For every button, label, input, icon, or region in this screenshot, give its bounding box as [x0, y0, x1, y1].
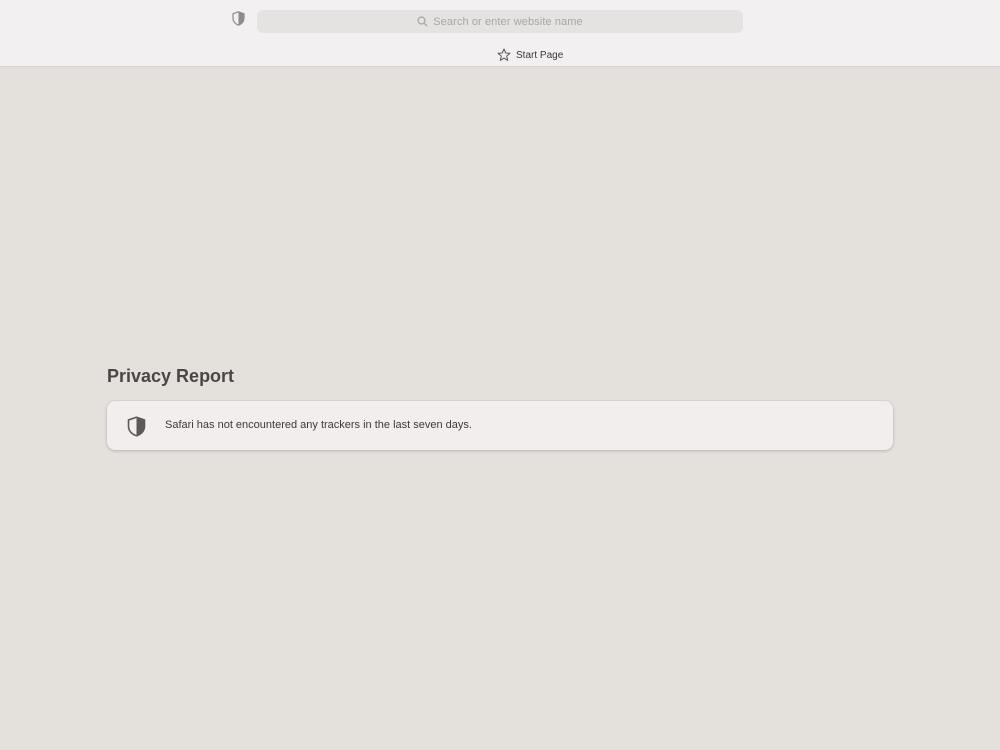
- privacy-report-card[interactable]: Safari has not encountered any trackers …: [107, 401, 893, 450]
- privacy-report-title: Privacy Report: [107, 366, 235, 386]
- search-icon: [417, 16, 429, 28]
- shield-icon: [231, 11, 245, 31]
- privacy-report-button[interactable]: [228, 11, 248, 31]
- browser-toolbar: Search or enter website name Start Page: [0, 0, 1000, 67]
- search-bar[interactable]: Search or enter website name: [257, 10, 743, 33]
- search-placeholder: Search or enter website name: [433, 15, 583, 28]
- star-icon: [497, 48, 511, 62]
- privacy-report-message: Safari has not encountered any trackers …: [165, 419, 472, 431]
- tab-label: Start Page: [516, 49, 564, 61]
- tab-start-page[interactable]: Start Page: [497, 47, 563, 63]
- shield-icon: [127, 416, 146, 437]
